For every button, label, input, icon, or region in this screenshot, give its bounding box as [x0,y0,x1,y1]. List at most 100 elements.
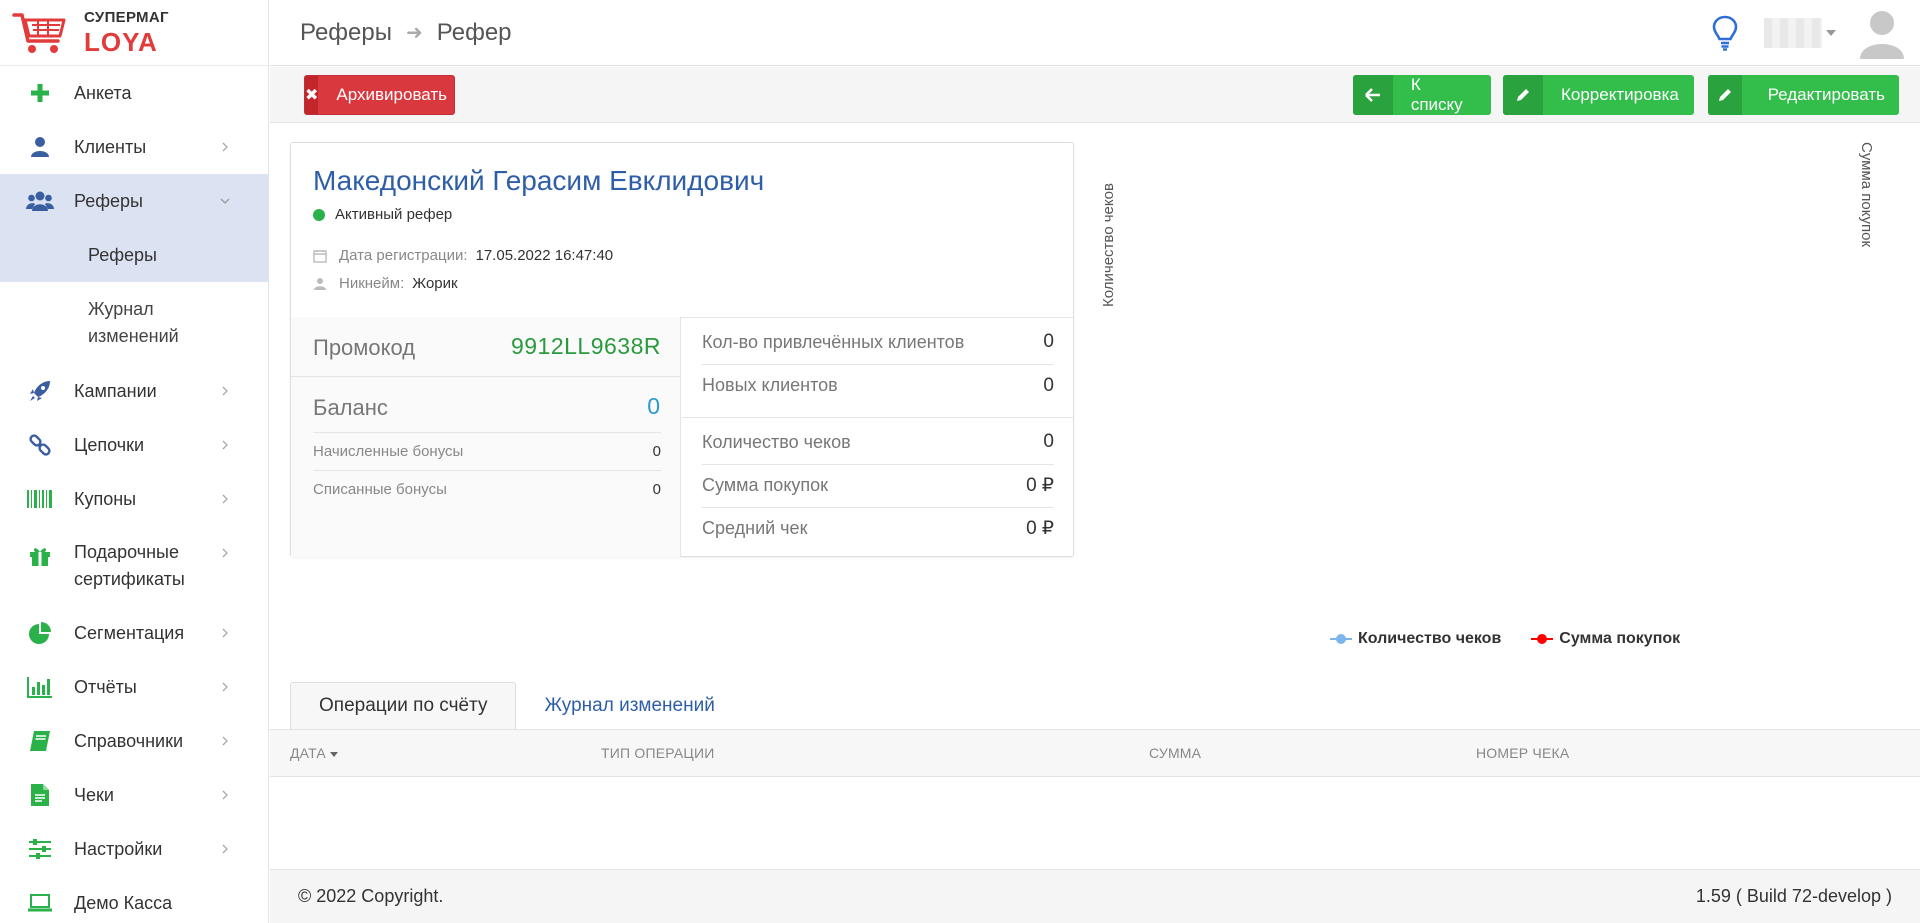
chevron-right-icon [222,844,228,854]
balance-value: 0 [647,393,660,419]
sidebar-item-label: Реферы [74,190,143,211]
gift-icon [26,542,54,570]
divider [682,417,1074,418]
cart-logo-icon [12,12,66,53]
promo-row: Промокод 9912LL9638R [291,317,681,377]
sidebar-subitem-referrers[interactable]: Реферы [0,228,268,282]
sidebar-item-demo-cashier[interactable]: Демо Касса [0,876,268,923]
pencil-icon [1708,75,1742,115]
nickname-label: Никнейм: [339,275,405,292]
book-icon [26,727,54,755]
edit-button[interactable]: Редактировать [1708,75,1899,115]
sidebar-item-label: Анкета [74,82,132,103]
average-check-row: Средний чек 0 ₽ [702,507,1054,549]
legend-swatch [1531,633,1554,645]
column-date[interactable]: ДАТА [290,745,338,761]
calendar-icon [313,249,327,263]
average-check-value: 0 ₽ [1026,518,1054,539]
column-check-number[interactable]: НОМЕР ЧЕКА [1476,745,1569,761]
chart-y-axis-left-label: Количество чеков [1100,183,1117,307]
new-clients-value: 0 [1043,374,1054,396]
sidebar-item-chains[interactable]: Цепочки [0,418,268,472]
correction-label: Корректировка [1561,85,1679,104]
breadcrumb-item-current: Рефер [436,18,512,46]
sidebar-item-segmentation[interactable]: Сегментация [0,606,268,660]
archive-button[interactable]: ✖ Архивировать [304,75,455,115]
balance-panel: Промокод 9912LL9638R Баланс 0 Начисленны… [291,317,681,557]
user-name-placeholder[interactable] [1764,18,1822,48]
chart-legend: Количество чеков Сумма покупок [1330,630,1710,648]
sidebar-item-label: Настройки [74,838,163,859]
sidebar-item-label: Отчёты [74,676,137,697]
arrow-left-icon [1353,75,1393,115]
sidebar-subitem-changelog[interactable]: Журнал изменений [0,282,268,364]
tab-account-operations[interactable]: Операции по счёту [290,682,517,730]
column-sum[interactable]: СУММА [1149,745,1201,761]
sidebar-item-campaigns[interactable]: Кампании [0,364,268,418]
chevron-right-icon [222,790,228,800]
correction-button[interactable]: Корректировка [1503,75,1694,115]
sidebar-item-label: Сегментация [74,622,185,643]
sidebar-item-label: Демо Касса [74,892,173,913]
pencil-icon [1503,75,1543,115]
operations-table-header: ДАТА ТИП ОПЕРАЦИИ СУММА НОМЕР ЧЕКА [270,729,1920,777]
written-off-bonuses-row: Списанные бонусы 0 [313,470,661,508]
chevron-down-icon [220,198,230,204]
sidebar-item-referrers[interactable]: Реферы [0,174,268,228]
column-operation-type[interactable]: ТИП ОПЕРАЦИИ [601,745,714,761]
legend-item-sum[interactable]: Сумма покупок [1531,630,1680,648]
chevron-right-icon [222,494,228,504]
sidebar-item-checks[interactable]: Чеки [0,768,268,822]
sidebar-item-settings[interactable]: Настройки [0,822,268,876]
header-right [1710,0,1920,66]
sidebar-item-directories[interactable]: Справочники [0,714,268,768]
tabs: Операции по счёту Журнал изменений [290,682,743,730]
top-header: Реферы ➜ Рефер [270,0,1920,66]
legend-label: Сумма покупок [1559,630,1681,647]
plus-icon [26,79,54,107]
accrued-bonuses-label: Начисленные бонусы [313,443,464,460]
caret-down-icon[interactable] [1826,30,1836,36]
status-text: Активный рефер [335,206,453,223]
sidebar-item-anketa[interactable]: Анкета [0,66,268,120]
laptop-icon [26,889,54,917]
avatar[interactable] [1858,7,1906,59]
purchase-sum-label: Сумма покупок [702,475,829,495]
footer: © 2022 Copyright. 1.59 ( Build 72-develo… [270,869,1920,923]
attracted-clients-row: Кол-во привлечённых клиентов 0 [702,321,1054,363]
pie-chart-icon [26,619,54,647]
bar-chart-icon [26,673,54,701]
sidebar: СУПЕРМАГ LOYA Анкета Клиенты Реферы Рефе [0,0,269,923]
purchase-sum-row: Сумма покупок 0 ₽ [702,464,1054,506]
sidebar-item-gift-certificates[interactable]: Подарочные сертификаты [0,526,268,606]
sidebar-subitem-label: Журнал изменений [88,299,179,346]
copyright-text: © 2022 Copyright. [298,886,444,906]
sidebar-item-clients[interactable]: Клиенты [0,120,268,174]
back-to-list-button[interactable]: К списку [1353,75,1491,115]
promo-value: 9912LL9638R [510,333,661,359]
chevron-right-icon [222,736,228,746]
sidebar-item-label: Купоны [74,488,137,509]
action-toolbar: ✖ Архивировать К списку Корректировка Ре… [270,67,1920,123]
version-text: 1.59 ( Build 72-develop ) [1695,886,1892,906]
arrow-right-icon: ➜ [406,22,423,44]
sidebar-item-label: Чеки [74,784,114,805]
barcode-icon [26,485,54,513]
sidebar-item-label: Клиенты [74,136,147,157]
sidebar-item-coupons[interactable]: Купоны [0,472,268,526]
attracted-clients-value: 0 [1043,331,1054,352]
status-dot-icon [313,208,325,221]
purchase-sum-value: 0 ₽ [1026,475,1054,496]
logo[interactable]: СУПЕРМАГ LOYA [0,0,268,66]
breadcrumb-item-referrers[interactable]: Реферы [300,19,392,47]
registration-date: Дата регистрации: 17.05.2022 16:47:40 [313,247,613,264]
legend-item-checks[interactable]: Количество чеков [1330,630,1501,648]
archive-button-label: Архивировать [336,85,448,104]
legend-label: Количество чеков [1358,630,1502,647]
registration-date-label: Дата регистрации: [339,247,468,264]
lightbulb-icon[interactable] [1710,14,1740,52]
tab-changelog[interactable]: Журнал изменений [516,682,742,730]
checks-count-value: 0 [1043,431,1054,452]
close-icon: ✖ [305,76,319,114]
sidebar-item-reports[interactable]: Отчёты [0,660,268,714]
